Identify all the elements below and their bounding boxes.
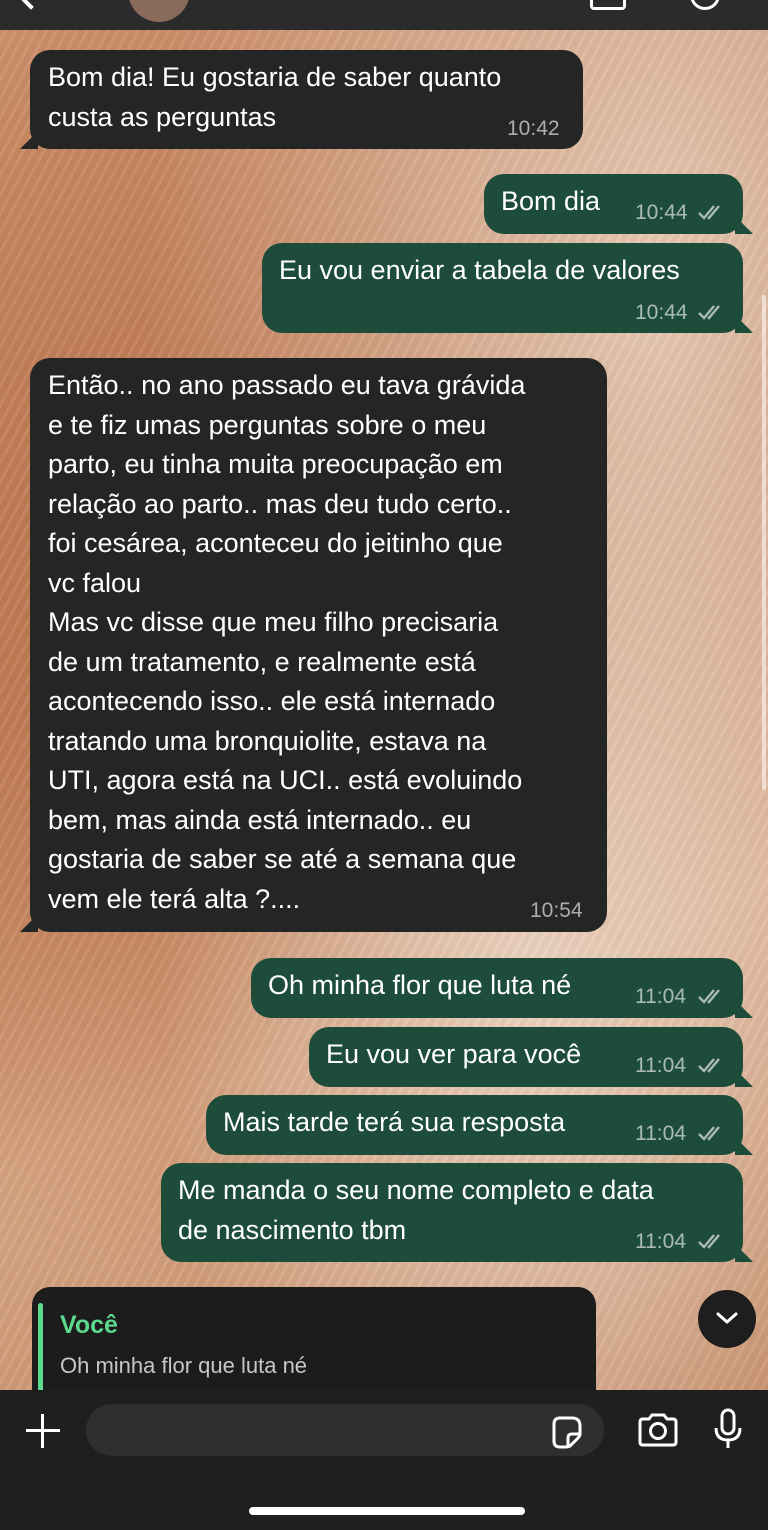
message-bubble-outgoing[interactable]: Bom dia 10:44 [484, 174, 753, 234]
chat-header [0, 0, 768, 30]
message-text: Eu vou enviar a tabela de valores [279, 255, 680, 285]
video-call-icon[interactable] [590, 0, 626, 10]
quote-author: Você [60, 1311, 118, 1339]
contact-avatar[interactable] [128, 0, 190, 22]
composer-bar [0, 1390, 768, 1530]
message-time: 10:44 [635, 201, 688, 224]
microphone-icon[interactable] [712, 1408, 744, 1452]
message-bubble-outgoing[interactable]: Oh minha flor que luta né 11:04 [251, 958, 753, 1018]
message-text: Bom dia! Eu gostaria de saber quanto cus… [48, 62, 502, 132]
message-time: 10:54 [530, 899, 583, 922]
message-text: Mais tarde terá sua resposta [223, 1107, 566, 1137]
message-time: 11:04 [635, 1230, 686, 1253]
message-input[interactable] [86, 1404, 604, 1456]
message-bubble-outgoing[interactable]: Me manda o seu nome completo e data de n… [161, 1163, 753, 1262]
quote-text: Oh minha flor que luta né [60, 1353, 308, 1378]
message-time: 10:44 [635, 301, 688, 324]
plus-icon[interactable] [24, 1412, 62, 1450]
message-bubble-incoming[interactable]: Bom dia! Eu gostaria de saber quanto cus… [20, 50, 583, 149]
camera-icon[interactable] [636, 1412, 680, 1448]
message-bubble-outgoing[interactable]: Eu vou ver para você 11:04 [309, 1027, 753, 1087]
message-text: Oh minha flor que luta né [268, 970, 572, 1000]
message-time: 11:04 [635, 1054, 686, 1077]
message-bubble-incoming[interactable]: Então.. no ano passado eu tava grávida e… [20, 358, 607, 932]
double-check-icon [698, 1058, 720, 1073]
message-bubble-outgoing[interactable]: Mais tarde terá sua resposta 11:04 [206, 1095, 753, 1155]
message-time: 11:04 [635, 985, 686, 1008]
message-time: 11:04 [635, 1122, 686, 1145]
message-time: 10:42 [507, 117, 560, 140]
back-icon[interactable] [18, 0, 44, 10]
message-text: Então.. no ano passado eu tava grávida e… [48, 370, 526, 914]
contact-name[interactable] [215, 0, 455, 6]
message-bubble-outgoing[interactable]: Eu vou enviar a tabela de valores 10:44 [262, 243, 753, 333]
sticker-icon[interactable] [548, 1414, 584, 1450]
voice-call-icon[interactable] [690, 0, 720, 10]
double-check-icon [698, 205, 720, 220]
quoted-reply-bubble[interactable]: Você Oh minha flor que luta né [32, 1287, 596, 1407]
double-check-icon [698, 989, 720, 1004]
scrollbar[interactable] [762, 295, 766, 790]
double-check-icon [698, 305, 720, 320]
double-check-icon [698, 1234, 720, 1249]
double-check-icon [698, 1126, 720, 1141]
chevron-down-icon [716, 1312, 738, 1324]
message-text: Eu vou ver para você [326, 1039, 582, 1069]
scroll-to-bottom-button[interactable] [698, 1290, 756, 1348]
home-indicator [249, 1507, 525, 1515]
message-text: Bom dia [501, 186, 601, 216]
